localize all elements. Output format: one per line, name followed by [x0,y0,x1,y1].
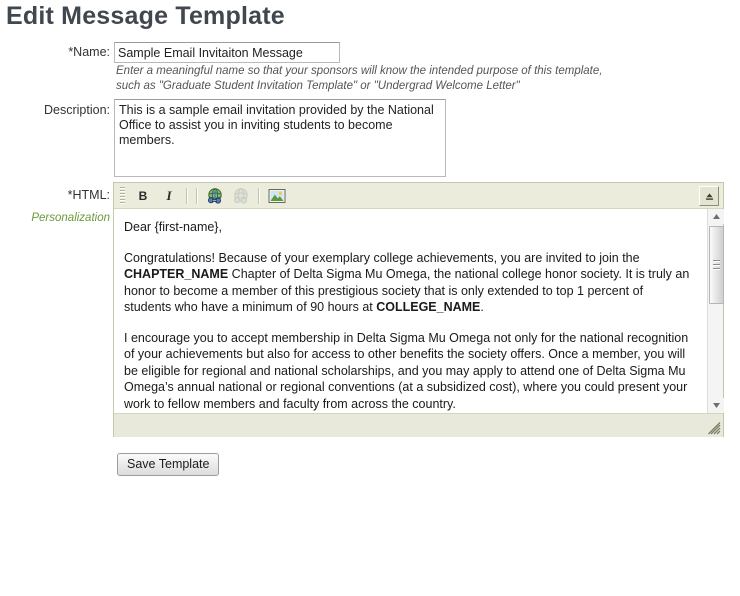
html-label: *HTML: [67,188,110,202]
editor-content-text[interactable]: Dear {first-name}, Congratulations! Beca… [114,209,706,413]
scrollbar-thumb[interactable] [709,226,724,304]
toolbar-collapse-icon [705,193,713,200]
toolbar-toggle-button[interactable] [699,186,719,206]
link-globe-icon [208,187,222,204]
edit-message-template-page: Edit Message Template *Name: Enter a mea… [0,0,740,596]
unlink-button [229,184,253,207]
page-title: Edit Message Template [6,2,285,30]
editor-scrollbar[interactable] [707,209,724,413]
editor-resize-handle[interactable] [708,422,721,435]
para1-text-a: Congratulations! Because of your exempla… [124,250,640,265]
toolbar-separator [196,187,198,204]
description-textarea[interactable] [114,99,446,177]
toolbar-separator [258,187,260,204]
insert-link-button[interactable] [203,184,227,207]
chapter-name-token: CHAPTER_NAME [124,267,229,281]
drag-handle-icon[interactable] [118,187,127,204]
name-hint-line-2: such as "Graduate Student Invitation Tem… [116,80,520,92]
editor-content-area[interactable]: Dear {first-name}, Congratulations! Beca… [114,209,724,414]
college-name-token: COLLEGE_NAME [376,300,481,314]
editor-paragraph-1: Congratulations! Because of your exempla… [124,250,692,316]
editor-toolbar: B I [114,183,723,209]
name-hint: Enter a meaningful name so that your spo… [116,64,676,94]
unlink-globe-icon [234,187,248,204]
name-label: *Name: [68,45,110,59]
scroll-down-arrow-icon[interactable] [708,398,724,413]
html-rich-text-editor: B I Dear {first-name}, Congratulations! … [113,182,724,437]
editor-greeting: Dear {first-name}, [124,220,222,234]
description-label: Description: [44,103,110,117]
insert-image-button[interactable] [265,184,289,207]
name-input[interactable] [114,42,340,63]
scroll-up-arrow-icon[interactable] [708,209,724,224]
name-hint-line-1: Enter a meaningful name so that your spo… [116,65,603,77]
para1-text-c: . [480,300,484,314]
bold-button[interactable]: B [131,184,155,207]
personalization-label: Personalization [31,212,110,224]
editor-paragraph-2: I encourage you to accept membership in … [124,330,689,411]
resize-grip-icon [708,422,721,435]
editor-status-bar [114,414,723,437]
italic-button[interactable]: I [157,184,181,207]
image-icon [268,188,286,203]
toolbar-separator [186,187,188,204]
save-template-button[interactable]: Save Template [117,453,220,476]
scrollbar-grip-icon [713,258,720,272]
